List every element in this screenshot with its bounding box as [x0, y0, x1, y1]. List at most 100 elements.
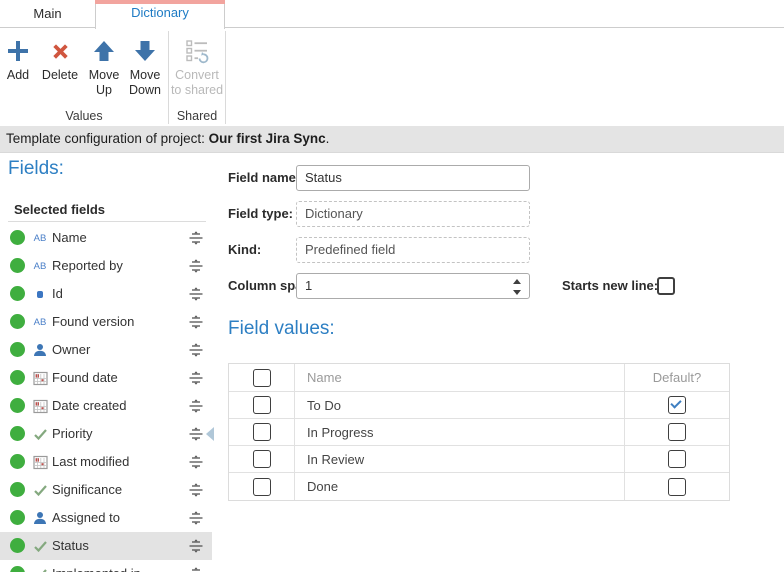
- field-list-item[interactable]: Date created: [0, 392, 212, 420]
- field-list-item[interactable]: AB Reported by: [0, 252, 212, 280]
- banner-prefix: Template configuration of project:: [6, 131, 209, 146]
- value-name-cell[interactable]: In Review: [295, 446, 625, 473]
- field-list-item[interactable]: Assigned to: [0, 504, 212, 532]
- date-icon: [31, 364, 49, 392]
- calendar-icon: [33, 455, 48, 470]
- drag-handle-icon[interactable]: [188, 315, 204, 329]
- move-up-button[interactable]: Move Up: [84, 36, 124, 98]
- app-window: Main Dictionary Add Delete Move Up: [0, 0, 784, 572]
- text-field-icon: AB: [34, 233, 47, 244]
- text-field-icon: AB: [34, 317, 47, 328]
- row-select-checkbox[interactable]: [253, 450, 271, 468]
- row-select-checkbox[interactable]: [253, 396, 271, 414]
- tab-dictionary[interactable]: Dictionary: [95, 0, 225, 29]
- field-list-item[interactable]: Id: [0, 280, 212, 308]
- add-button[interactable]: Add: [2, 36, 34, 83]
- active-tab-accent-bar: [95, 0, 225, 4]
- plus-icon: [2, 36, 34, 66]
- drag-handle-icon[interactable]: [188, 287, 204, 301]
- kind-label: Kind:: [228, 237, 261, 263]
- drag-handle-icon[interactable]: [188, 399, 204, 413]
- field-list-item[interactable]: Status: [0, 532, 212, 560]
- check-icon: [31, 420, 49, 448]
- delete-x-icon: [38, 36, 82, 66]
- selected-fields-header: Selected fields: [14, 202, 105, 217]
- field-list-item[interactable]: Significance: [0, 476, 212, 504]
- delete-button[interactable]: Delete: [38, 36, 82, 83]
- field-list-item[interactable]: Owner: [0, 336, 212, 364]
- calendar-icon: [33, 399, 48, 414]
- field-enabled-dot: [10, 538, 25, 553]
- field-values-heading: Field values:: [228, 318, 335, 340]
- field-label: Status: [52, 532, 89, 560]
- field-label: Reported by: [52, 252, 123, 280]
- field-label: Id: [52, 280, 63, 308]
- field-label: Implemented in: [52, 560, 141, 572]
- column-span-input[interactable]: 1: [296, 273, 530, 299]
- spinner-down-icon[interactable]: [513, 290, 521, 295]
- drag-handle-icon[interactable]: [188, 483, 204, 497]
- person-icon: [33, 343, 47, 357]
- check-icon: [31, 532, 49, 560]
- move-up-icon: [84, 36, 124, 66]
- field-enabled-dot: [10, 426, 25, 441]
- text-field-icon: AB: [34, 261, 47, 272]
- field-list-item[interactable]: Implemented in: [0, 560, 212, 572]
- id-icon: [31, 280, 49, 308]
- drag-handle-icon[interactable]: [188, 455, 204, 469]
- field-list-item[interactable]: Last modified: [0, 448, 212, 476]
- value-name-cell[interactable]: Done: [295, 473, 625, 500]
- field-name-label: Field name:: [228, 165, 300, 191]
- drag-handle-icon[interactable]: [188, 427, 204, 441]
- row-select-checkbox[interactable]: [253, 423, 271, 441]
- default-checkbox[interactable]: [668, 450, 686, 468]
- value-name-cell[interactable]: To Do: [295, 392, 625, 419]
- banner-project-name: Our first Jira Sync: [209, 131, 326, 146]
- add-button-label: Add: [2, 68, 34, 83]
- field-list-item[interactable]: ABFound version: [0, 308, 212, 336]
- field-name-input[interactable]: Status: [296, 165, 530, 191]
- field-enabled-dot: [10, 482, 25, 497]
- selected-fields-list: AB Name AB Reported byIdABFound versionOwne…: [0, 224, 216, 572]
- drag-handle-icon[interactable]: [188, 259, 204, 273]
- drag-handle-icon[interactable]: [188, 511, 204, 525]
- field-enabled-dot: [10, 510, 25, 525]
- template-configuration-banner: Template configuration of project: Our f…: [0, 126, 784, 153]
- select-all-checkbox[interactable]: [253, 369, 271, 387]
- field-label: Owner: [52, 336, 90, 364]
- field-enabled-dot: [10, 286, 25, 301]
- default-checkbox[interactable]: [668, 396, 686, 414]
- column-span-spinner: [513, 278, 522, 296]
- ribbon: Add Delete Move Up Move Down: [0, 29, 784, 126]
- starts-new-line-label: Starts new line:: [562, 273, 658, 299]
- starts-new-line-checkbox[interactable]: [657, 277, 675, 295]
- drag-handle-icon[interactable]: [188, 343, 204, 357]
- drag-handle-icon[interactable]: [188, 371, 204, 385]
- field-label: Last modified: [52, 448, 129, 476]
- default-checkbox[interactable]: [668, 423, 686, 441]
- tab-main[interactable]: Main: [0, 0, 95, 28]
- drag-handle-icon[interactable]: [188, 567, 204, 572]
- field-enabled-dot: [10, 454, 25, 469]
- field-enabled-dot: [10, 370, 25, 385]
- field-list-item[interactable]: Found date: [0, 364, 212, 392]
- drag-handle-icon[interactable]: [188, 231, 204, 245]
- calendar-icon: [33, 371, 48, 386]
- field-enabled-dot: [10, 258, 25, 273]
- splitter-collapse-icon[interactable]: [206, 427, 214, 441]
- field-list-item[interactable]: Priority: [0, 420, 212, 448]
- field-label: Name: [52, 224, 87, 252]
- field-list-item[interactable]: AB Name: [0, 224, 212, 252]
- spinner-up-icon[interactable]: [513, 279, 521, 284]
- check-icon: [31, 476, 49, 504]
- row-select-checkbox[interactable]: [253, 478, 271, 496]
- field-enabled-dot: [10, 314, 25, 329]
- drag-handle-icon[interactable]: [188, 539, 204, 553]
- move-down-icon: [124, 36, 166, 66]
- default-checkbox[interactable]: [668, 478, 686, 496]
- move-down-button[interactable]: Move Down: [124, 36, 166, 98]
- ribbon-group-values-label: Values: [0, 109, 168, 123]
- value-name-cell[interactable]: In Progress: [295, 419, 625, 446]
- convert-to-shared-label: Convert to shared: [170, 68, 224, 98]
- ribbon-group-shared-label: Shared: [169, 109, 225, 123]
